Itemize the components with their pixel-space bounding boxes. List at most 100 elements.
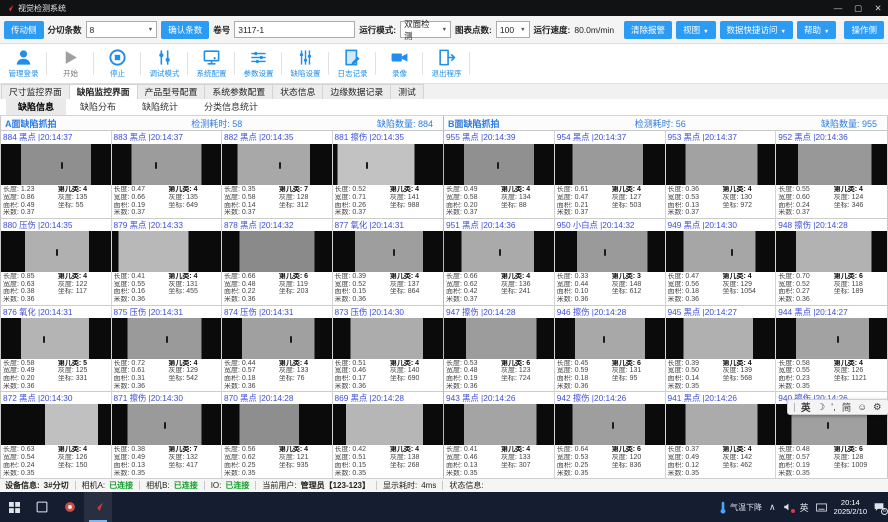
- sub-tab-3[interactable]: 分类信息统计: [192, 99, 270, 115]
- metric-length: 长度: 0.47: [114, 186, 169, 194]
- run-mode-select[interactable]: 双面检测 ▼: [400, 21, 451, 38]
- defect-cell[interactable]: 944 黑点 |20:14:27长度: 0.58宽度: 0.55面积: 0.23…: [776, 305, 887, 392]
- action-exit-program-button[interactable]: 退出程序: [423, 44, 470, 83]
- defect-cell[interactable]: 875 压伤 |20:14:31长度: 0.72宽度: 0.61面积: 0.31…: [112, 305, 223, 392]
- action-record-video-button[interactable]: 录像: [376, 44, 423, 83]
- defect-cell[interactable]: 954 黑点 |20:14:37长度: 0.61宽度: 0.47面积: 0.21…: [555, 131, 666, 218]
- ime-fullhalf-icon[interactable]: ☽: [817, 402, 826, 413]
- weather-widget[interactable]: 气温下降: [719, 501, 762, 514]
- ime-language-indicator[interactable]: 英: [800, 501, 809, 514]
- sub-tab-2[interactable]: 缺陷统计: [130, 99, 190, 115]
- action-system-config-button[interactable]: 系统配置: [188, 44, 235, 83]
- defect-cell[interactable]: 870 黑点 |20:14:28长度: 0.56宽度: 0.62面积: 0.25…: [222, 391, 333, 478]
- defect-cell-header: 942 擦伤 |20:14:26: [555, 391, 665, 404]
- roll-number-input[interactable]: 3117-1: [234, 21, 355, 38]
- defect-cell[interactable]: 953 黑点 |20:14:37长度: 0.36宽度: 0.53面积: 0.13…: [666, 131, 777, 218]
- main-tab-4[interactable]: 状态信息: [272, 84, 323, 99]
- drive-side-button[interactable]: 传动侧: [4, 21, 44, 39]
- action-log-record-button[interactable]: 日志记录: [329, 44, 376, 83]
- defect-image: [555, 231, 665, 272]
- exit-icon: [437, 48, 456, 67]
- close-icon[interactable]: ✕: [868, 0, 888, 16]
- defect-cell[interactable]: 950 小白点 |20:14:32长度: 0.33宽度: 0.44面积: 0.1…: [555, 218, 666, 305]
- sub-tab-0[interactable]: 缺陷信息: [6, 99, 66, 115]
- defect-cell[interactable]: 943 黑点 |20:14:26长度: 0.41宽度: 0.46面积: 0.13…: [444, 391, 555, 478]
- action-defect-settings-button[interactable]: 缺陷设置: [282, 44, 329, 83]
- taskbar-app-browser[interactable]: [56, 492, 84, 522]
- main-tab-1[interactable]: 缺陷监控界面: [69, 84, 138, 99]
- main-tab-6[interactable]: 测试: [390, 84, 424, 99]
- metric-width: 宽度: 0.50: [668, 367, 723, 375]
- main-tab-5[interactable]: 边缘数据记录: [322, 84, 391, 99]
- defect-cell-header: 948 擦伤 |20:14:28: [776, 218, 887, 231]
- main-tab-2[interactable]: 产品型号配置: [137, 84, 206, 99]
- defect-cell[interactable]: 881 擦伤 |20:14:35长度: 0.52宽度: 0.71面积: 0.26…: [333, 131, 444, 218]
- operate-side-button[interactable]: 操作侧: [844, 21, 884, 39]
- defect-cell[interactable]: 941 黑点 |20:14:26长度: 0.37宽度: 0.49面积: 0.12…: [666, 391, 777, 478]
- defect-cell[interactable]: 871 擦伤 |20:14:30长度: 0.38宽度: 0.49面积: 0.13…: [112, 391, 223, 478]
- defect-details: 长度: 0.53宽度: 0.48面积: 0.19米数: 0.36第几类: 6灰度…: [444, 359, 554, 392]
- defect-cell[interactable]: 945 黑点 |20:14:27长度: 0.39宽度: 0.50面积: 0.14…: [666, 305, 777, 392]
- defect-cell[interactable]: 877 氧化 |20:14:31长度: 0.39宽度: 0.52面积: 0.15…: [333, 218, 444, 305]
- defect-cell[interactable]: 873 压伤 |20:14:30长度: 0.51宽度: 0.46面积: 0.17…: [333, 305, 444, 392]
- taskbar-app-inspection[interactable]: [84, 492, 112, 522]
- defect-cell[interactable]: 874 压伤 |20:14:31长度: 0.44宽度: 0.57面积: 0.18…: [222, 305, 333, 392]
- help-menu-button[interactable]: 帮助▼: [797, 21, 836, 39]
- ime-lang-toggle[interactable]: 英: [801, 400, 811, 414]
- defect-cell[interactable]: 878 黑点 |20:14:32长度: 0.66宽度: 0.48面积: 0.22…: [222, 218, 333, 305]
- action-center-button[interactable]: 6: [874, 502, 884, 512]
- defect-cell[interactable]: 946 擦伤 |20:14:28长度: 0.45宽度: 0.59面积: 0.18…: [555, 305, 666, 392]
- defect-cell[interactable]: 883 黑点 |20:14:37长度: 0.47宽度: 0.66面积: 0.19…: [112, 131, 223, 218]
- defect-details: 长度: 1.23宽度: 0.86面积: 0.49米数: 0.37第几类: 4灰度…: [1, 185, 111, 218]
- metric-coord: 坐标: 935: [279, 462, 330, 470]
- defect-cell[interactable]: 884 黑点 |20:14:37长度: 1.23宽度: 0.86面积: 0.49…: [1, 131, 112, 218]
- ime-emoji-icon[interactable]: ☺: [857, 402, 867, 413]
- metric-coord: 坐标: 649: [168, 202, 219, 210]
- defect-cell[interactable]: 952 黑点 |20:14:36长度: 0.55宽度: 0.60面积: 0.24…: [776, 131, 887, 218]
- defect-cell[interactable]: 947 擦伤 |20:14:28长度: 0.53宽度: 0.48面积: 0.19…: [444, 305, 555, 392]
- taskbar-clock[interactable]: 20:14 2025/2/10: [834, 498, 867, 516]
- defect-cell[interactable]: 955 黑点 |20:14:39长度: 0.49宽度: 0.58面积: 0.20…: [444, 131, 555, 218]
- defect-cell[interactable]: 949 黑点 |20:14:30长度: 0.47宽度: 0.56面积: 0.18…: [666, 218, 777, 305]
- volume-button[interactable]: [783, 502, 793, 512]
- defect-cell[interactable]: 869 黑点 |20:14:28长度: 0.42宽度: 0.51面积: 0.15…: [333, 391, 444, 478]
- ime-simplified-toggle[interactable]: 简: [842, 400, 852, 414]
- action-manage-login-button[interactable]: 管理登录: [0, 44, 47, 83]
- defect-cell[interactable]: 882 黑点 |20:14:35长度: 0.35宽度: 0.58面积: 0.14…: [222, 131, 333, 218]
- defect-cell[interactable]: 872 黑点 |20:14:30长度: 0.63宽度: 0.54面积: 0.24…: [1, 391, 112, 478]
- quick-access-menu-button[interactable]: 数据快捷访问▼: [720, 21, 793, 39]
- main-tab-3[interactable]: 系统参数配置: [204, 84, 273, 99]
- action-debug-mode-button[interactable]: 调试模式: [141, 44, 188, 83]
- metric-length: 长度: 0.45: [557, 360, 612, 368]
- chart-points-select[interactable]: 100 ▼: [496, 21, 530, 38]
- view-menu-button[interactable]: 视图▼: [676, 21, 715, 39]
- task-view-button[interactable]: [28, 492, 56, 522]
- defect-cell[interactable]: 948 擦伤 |20:14:28长度: 0.70宽度: 0.52面积: 0.27…: [776, 218, 887, 305]
- sub-tab-1[interactable]: 缺陷分布: [68, 99, 128, 115]
- defect-cell[interactable]: 880 压伤 |20:14:35长度: 0.85宽度: 0.63面积: 0.38…: [1, 218, 112, 305]
- metric-area: 面积: 0.18: [224, 375, 279, 383]
- confirm-count-button[interactable]: 确认条数: [161, 21, 209, 39]
- tray-expand-chevron[interactable]: ∧: [769, 502, 776, 513]
- defect-cell[interactable]: 876 氧化 |20:14:31长度: 0.58宽度: 0.49面积: 0.20…: [1, 305, 112, 392]
- drag-handle-icon[interactable]: [794, 403, 795, 412]
- defect-metrics-right: 第几类: 4灰度: 141坐标: 988: [390, 186, 441, 218]
- defect-cell[interactable]: 942 擦伤 |20:14:26长度: 0.64宽度: 0.53面积: 0.25…: [555, 391, 666, 478]
- action-stop-button[interactable]: 停止: [94, 44, 141, 83]
- touch-keyboard-icon[interactable]: [816, 503, 827, 512]
- main-tab-0[interactable]: 尺寸监控界面: [1, 84, 70, 99]
- ime-punctuation-toggle[interactable]: ’,: [831, 402, 836, 413]
- metric-coord: 坐标: 836: [612, 462, 663, 470]
- action-start-button[interactable]: 开始: [47, 44, 94, 83]
- ime-toolbar[interactable]: 英 ☽ ’, 简 ☺ ⚙: [787, 399, 888, 415]
- notification-badge: 6: [881, 508, 888, 515]
- clear-alarm-button[interactable]: 清除报警: [624, 21, 672, 39]
- action-param-settings-button[interactable]: 参数设置: [235, 44, 282, 83]
- start-button[interactable]: [0, 492, 28, 522]
- minimize-icon[interactable]: —: [828, 0, 848, 16]
- ime-settings-gear-icon[interactable]: ⚙: [873, 402, 882, 413]
- maximize-icon[interactable]: ▢: [848, 0, 868, 16]
- defect-cell[interactable]: 879 黑点 |20:14:33长度: 0.41宽度: 0.55面积: 0.16…: [112, 218, 223, 305]
- defect-cell[interactable]: 951 黑点 |20:14:36长度: 0.66宽度: 0.62面积: 0.42…: [444, 218, 555, 305]
- slit-count-select[interactable]: 8 ▼: [86, 21, 158, 38]
